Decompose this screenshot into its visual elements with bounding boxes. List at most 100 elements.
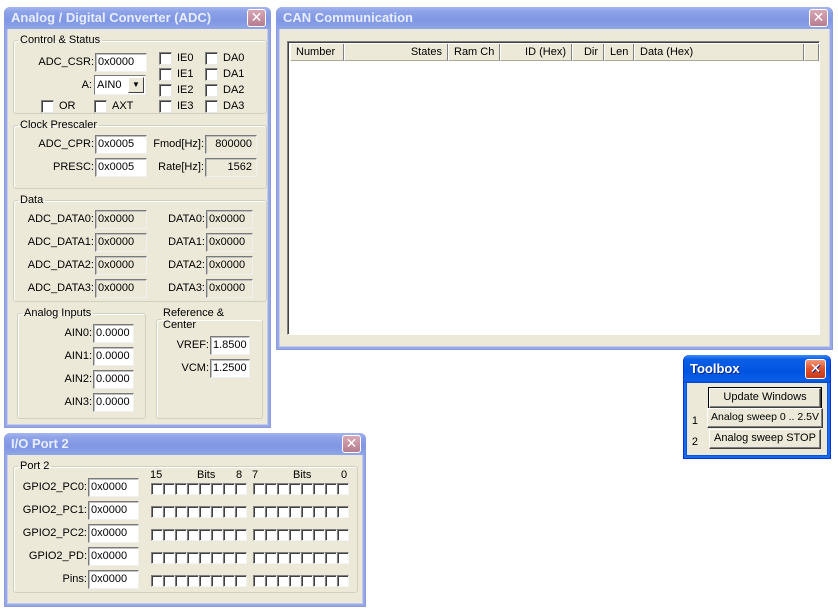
column-header-len[interactable]: Len [604, 44, 634, 61]
column-header-dir[interactable]: Dir [572, 44, 604, 61]
checkbox-ie1[interactable] [159, 68, 172, 81]
analog-sweep-button[interactable]: Analog sweep 0 .. 2.5V [707, 408, 823, 428]
bit-2-checkbox[interactable] [313, 552, 325, 564]
bit-3-checkbox[interactable] [301, 575, 313, 587]
bit-1-checkbox[interactable] [325, 552, 337, 564]
bit-2-checkbox[interactable] [313, 529, 325, 541]
bit-7-checkbox[interactable] [253, 483, 265, 495]
bit-15-checkbox[interactable] [151, 483, 163, 495]
bit-14-checkbox[interactable] [163, 529, 175, 541]
bit-0-checkbox[interactable] [337, 575, 349, 587]
gpio-row-input[interactable]: 0x0000 [88, 501, 139, 520]
column-header-states[interactable]: States [344, 44, 448, 61]
bit-1-checkbox[interactable] [325, 529, 337, 541]
bit-9-checkbox[interactable] [223, 506, 235, 518]
checkbox-da3[interactable] [205, 100, 218, 113]
bit-11-checkbox[interactable] [199, 552, 211, 564]
ain0-input[interactable]: 0.0000 [93, 324, 134, 343]
bit-7-checkbox[interactable] [253, 575, 265, 587]
checkbox-ie2[interactable] [159, 84, 172, 97]
bit-9-checkbox[interactable] [223, 529, 235, 541]
bit-7-checkbox[interactable] [253, 506, 265, 518]
bit-2-checkbox[interactable] [313, 575, 325, 587]
io-port2-window-titlebar[interactable]: I/O Port 2 ✕ [5, 433, 365, 455]
bit-0-checkbox[interactable] [337, 552, 349, 564]
io-close-button[interactable]: ✕ [342, 435, 361, 453]
bit-0-checkbox[interactable] [337, 483, 349, 495]
bit-10-checkbox[interactable] [211, 552, 223, 564]
adc-window-titlebar[interactable]: Analog / Digital Converter (ADC) ✕ [5, 7, 270, 29]
checkbox-ie3[interactable] [159, 100, 172, 113]
bit-10-checkbox[interactable] [211, 483, 223, 495]
bit-11-checkbox[interactable] [199, 483, 211, 495]
checkbox-da2[interactable] [205, 84, 218, 97]
gpio-row-input[interactable]: 0x0000 [88, 570, 139, 589]
presc-input[interactable]: 0x0005 [95, 158, 147, 177]
bit-13-checkbox[interactable] [175, 575, 187, 587]
column-header-data-hex[interactable]: Data (Hex) [634, 44, 804, 61]
bit-14-checkbox[interactable] [163, 506, 175, 518]
bit-15-checkbox[interactable] [151, 575, 163, 587]
checkbox-da1[interactable] [205, 68, 218, 81]
adc-close-button[interactable]: ✕ [247, 9, 266, 27]
bit-9-checkbox[interactable] [223, 552, 235, 564]
adc-cpr-input[interactable]: 0x0005 [95, 135, 147, 154]
checkbox-ie0[interactable] [159, 52, 172, 65]
bit-9-checkbox[interactable] [223, 575, 235, 587]
bit-4-checkbox[interactable] [289, 552, 301, 564]
bit-4-checkbox[interactable] [289, 483, 301, 495]
bit-8-checkbox[interactable] [235, 575, 247, 587]
bit-15-checkbox[interactable] [151, 506, 163, 518]
bit-14-checkbox[interactable] [163, 483, 175, 495]
checkbox-axt[interactable] [94, 100, 107, 113]
bit-11-checkbox[interactable] [199, 506, 211, 518]
bit-15-checkbox[interactable] [151, 552, 163, 564]
bit-0-checkbox[interactable] [337, 506, 349, 518]
bit-14-checkbox[interactable] [163, 552, 175, 564]
bit-10-checkbox[interactable] [211, 506, 223, 518]
bit-11-checkbox[interactable] [199, 575, 211, 587]
bit-10-checkbox[interactable] [211, 529, 223, 541]
bit-4-checkbox[interactable] [289, 529, 301, 541]
bit-12-checkbox[interactable] [187, 575, 199, 587]
bit-5-checkbox[interactable] [277, 483, 289, 495]
bit-1-checkbox[interactable] [325, 506, 337, 518]
vcm-input[interactable]: 1.2500 [210, 359, 250, 378]
can-message-list[interactable]: Number States Ram Ch ID (Hex) Dir Len Da… [287, 41, 820, 335]
bit-6-checkbox[interactable] [265, 529, 277, 541]
bit-6-checkbox[interactable] [265, 506, 277, 518]
column-header-id-hex[interactable]: ID (Hex) [500, 44, 572, 61]
analog-sweep-stop-button[interactable]: Analog sweep STOP [709, 429, 821, 449]
chevron-down-icon[interactable]: ▼ [128, 77, 144, 93]
bit-9-checkbox[interactable] [223, 483, 235, 495]
bit-12-checkbox[interactable] [187, 529, 199, 541]
bit-12-checkbox[interactable] [187, 552, 199, 564]
update-windows-button[interactable]: Update Windows [708, 387, 822, 409]
bit-7-checkbox[interactable] [253, 529, 265, 541]
bit-8-checkbox[interactable] [235, 483, 247, 495]
gpio-row-input[interactable]: 0x0000 [88, 478, 139, 497]
gpio-row-input[interactable]: 0x0000 [88, 524, 139, 543]
bit-13-checkbox[interactable] [175, 483, 187, 495]
a-select[interactable]: AIN0 ▼ [94, 75, 146, 95]
adc-csr-input[interactable]: 0x0000 [95, 53, 147, 72]
bit-2-checkbox[interactable] [313, 506, 325, 518]
bit-13-checkbox[interactable] [175, 529, 187, 541]
bit-4-checkbox[interactable] [289, 575, 301, 587]
column-header-number[interactable]: Number [290, 44, 344, 61]
column-header-ram-ch[interactable]: Ram Ch [448, 44, 500, 61]
bit-14-checkbox[interactable] [163, 575, 175, 587]
bit-5-checkbox[interactable] [277, 529, 289, 541]
ain1-input[interactable]: 0.0000 [93, 347, 134, 366]
bit-1-checkbox[interactable] [325, 575, 337, 587]
bit-12-checkbox[interactable] [187, 506, 199, 518]
bit-7-checkbox[interactable] [253, 552, 265, 564]
checkbox-da0[interactable] [205, 52, 218, 65]
bit-8-checkbox[interactable] [235, 506, 247, 518]
bit-6-checkbox[interactable] [265, 552, 277, 564]
bit-8-checkbox[interactable] [235, 529, 247, 541]
bit-8-checkbox[interactable] [235, 552, 247, 564]
ain2-input[interactable]: 0.0000 [93, 370, 134, 389]
bit-15-checkbox[interactable] [151, 529, 163, 541]
bit-3-checkbox[interactable] [301, 483, 313, 495]
